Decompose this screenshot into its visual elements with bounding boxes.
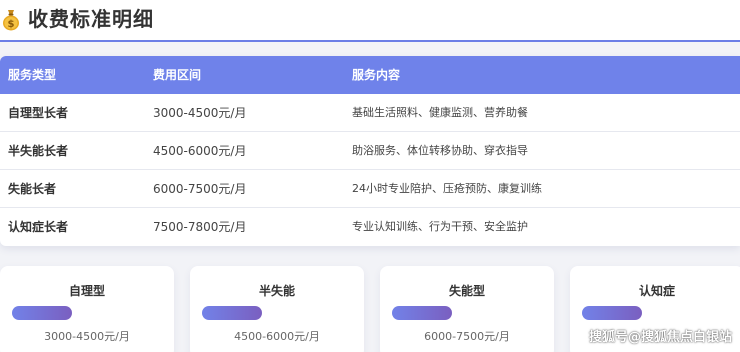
header-divider [0, 40, 740, 42]
column-header-fee-range: 费用区间 [153, 68, 202, 82]
card-price: 4500-6000元/月 [234, 330, 320, 343]
table-header: 服务类型 费用区间 服务内容 [0, 56, 740, 94]
column-header-service-content: 服务内容 [352, 68, 401, 82]
price-level-bar [582, 306, 642, 320]
price-level-bar [392, 306, 452, 320]
fee-range-cell: 3000-4500元/月 [153, 106, 247, 120]
table-row: 失能长者 6000-7500元/月 24小时专业陪护、压疮预防、康复训练 [0, 170, 740, 208]
money-bag-icon: $ [3, 10, 19, 31]
service-type-cell: 半失能长者 [8, 144, 69, 158]
card-title: 认知症 [638, 284, 675, 298]
service-content-cell: 助浴服务、体位转移协助、穿衣指导 [352, 144, 528, 157]
section-header: $ 收费标准明细 [0, 0, 740, 41]
card-price: 3000-4500元/月 [44, 330, 130, 343]
service-type-cell: 失能长者 [8, 182, 57, 196]
price-card-disabled: 失能型 6000-7500元/月 [380, 266, 554, 352]
table-row: 认知症长者 7500-7800元/月 专业认知训练、行为干预、安全监护 [0, 208, 740, 246]
fee-range-cell: 7500-7800元/月 [153, 220, 247, 234]
fee-range-cell: 6000-7500元/月 [153, 182, 247, 196]
fee-range-cell: 4500-6000元/月 [153, 144, 247, 158]
fee-table: 服务类型 费用区间 服务内容 自理型长者 3000-4500元/月 基础生活照料… [0, 56, 740, 246]
price-card-self-care: 自理型 3000-4500元/月 [0, 266, 174, 352]
svg-text:$: $ [8, 19, 15, 30]
service-content-cell: 24小时专业陪护、压疮预防、康复训练 [352, 182, 542, 195]
column-header-service-type: 服务类型 [8, 68, 57, 82]
table-row: 自理型长者 3000-4500元/月 基础生活照料、健康监测、营养助餐 [0, 94, 740, 132]
price-level-bar [12, 306, 72, 320]
card-title: 半失能 [258, 284, 295, 298]
card-title: 失能型 [448, 284, 485, 298]
service-content-cell: 专业认知训练、行为干预、安全监护 [352, 220, 528, 233]
page-title: 收费标准明细 [28, 7, 154, 31]
service-type-cell: 认知症长者 [8, 220, 69, 234]
price-level-bar [202, 306, 262, 320]
card-title: 自理型 [68, 284, 105, 298]
watermark: 搜狐号@搜狐焦点白银站 [588, 330, 732, 345]
service-content-cell: 基础生活照料、健康监测、营养助餐 [352, 106, 528, 119]
table-row: 半失能长者 4500-6000元/月 助浴服务、体位转移协助、穿衣指导 [0, 132, 740, 170]
price-card-semi-disabled: 半失能 4500-6000元/月 [190, 266, 364, 352]
card-price: 6000-7500元/月 [424, 330, 510, 343]
service-type-cell: 自理型长者 [8, 106, 69, 120]
